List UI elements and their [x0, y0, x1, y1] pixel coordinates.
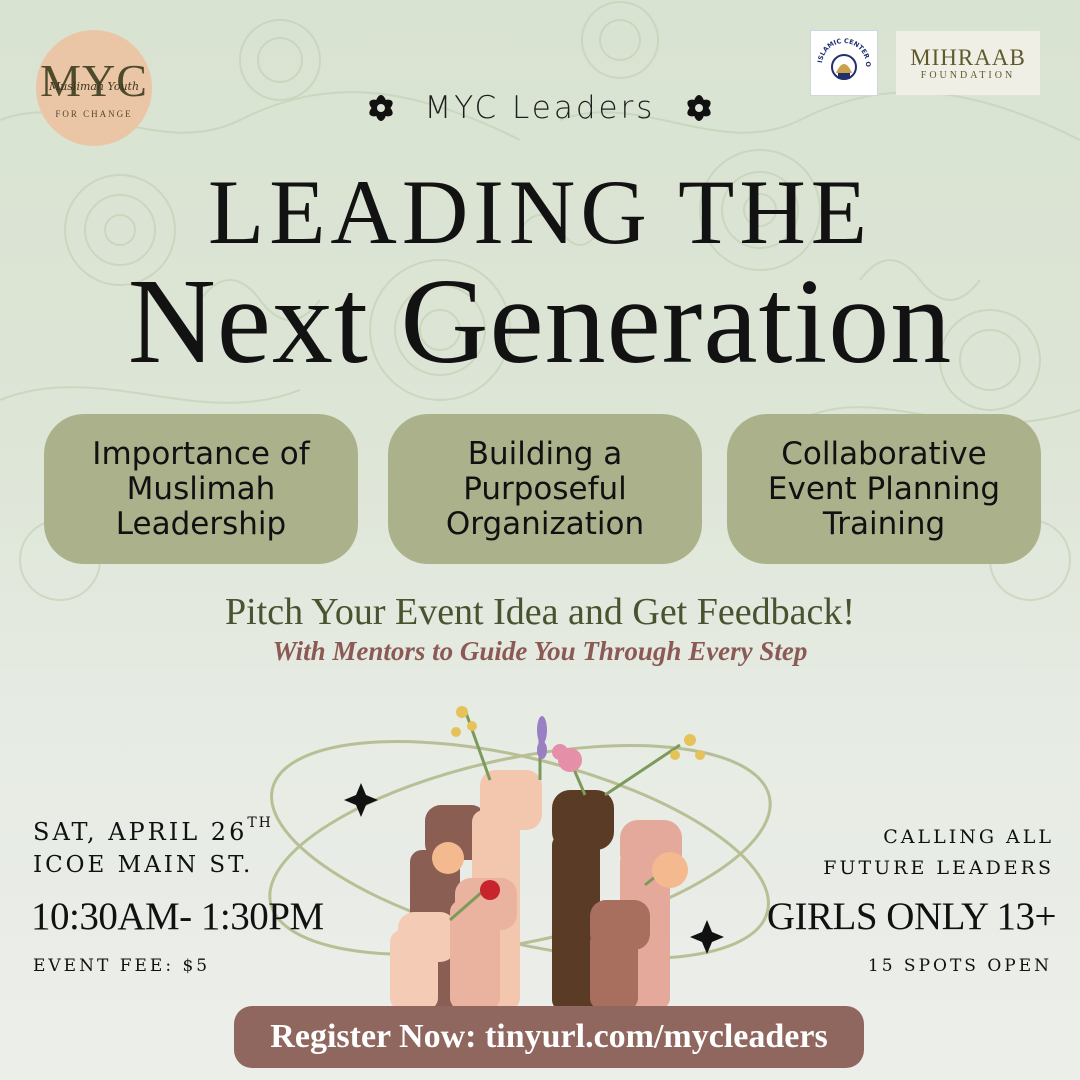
topic-pill-leadership: Importance of Muslimah Leadership [44, 414, 358, 564]
event-time: 10:30AM- 1:30PM [31, 895, 324, 938]
topic-pill-event-planning: Collaborative Event Planning Training [727, 414, 1041, 564]
calling-all-leaders: CALLING ALL FUTURE LEADERS [823, 826, 1054, 879]
topic-pill-label: Building a Purposeful Organization [445, 435, 645, 542]
topic-pill-label: Importance of Muslimah Leadership [92, 435, 310, 542]
topic-pill-label: Collaborative Event Planning Training [767, 435, 1001, 542]
register-button-label: Register Now: tinyurl.com/mycleaders [270, 1018, 828, 1055]
spots-open: 15 SPOTS OPEN [867, 956, 1052, 976]
mihraab-subtitle: FOUNDATION [920, 69, 1016, 81]
flower-icon [368, 95, 393, 121]
mihraab-name: MIHRAAB [910, 44, 1026, 70]
islamic-center-name: ISLAMIC CENTER OF EASTSIDE [814, 33, 872, 68]
event-date-text: SAT, APRIL 26 [33, 818, 248, 846]
title-line-2: Next Generation [127, 254, 953, 389]
mentor-subline: With Mentors to Guide You Through Every … [272, 636, 808, 666]
eligibility-text: GIRLS ONLY 13+ [766, 895, 1057, 938]
svg-text:ISLAMIC CENTER OF EASTSIDE: ISLAMIC CENTER OF EASTSIDE [814, 33, 872, 68]
register-button[interactable]: Register Now: tinyurl.com/mycleaders [234, 1006, 864, 1068]
kicker-text: MYC Leaders [424, 90, 656, 126]
flower-icon [687, 95, 712, 121]
event-location: ICOE MAIN ST. [33, 852, 254, 878]
topic-pill-organization: Building a Purposeful Organization [388, 414, 702, 564]
pitch-headline: Pitch Your Event Idea and Get Feedback! [224, 591, 855, 633]
title-line-1: LEADING THE [208, 161, 872, 263]
event-fee: EVENT FEE: $5 [33, 956, 211, 976]
event-date-suffix: TH [247, 815, 273, 831]
event-date: SAT, APRIL 26TH [33, 815, 363, 846]
kicker-row: MYC Leaders [0, 84, 1080, 132]
